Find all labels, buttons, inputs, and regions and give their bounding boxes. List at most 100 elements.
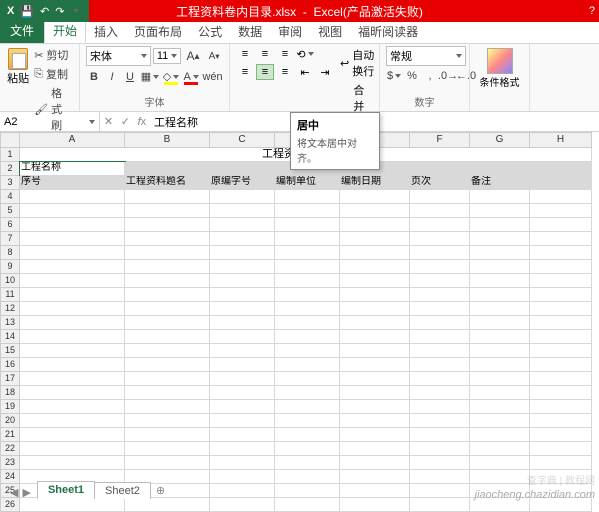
cell[interactable] bbox=[20, 386, 125, 400]
row-header[interactable]: 9 bbox=[0, 260, 20, 274]
cell[interactable] bbox=[340, 484, 410, 498]
cell[interactable] bbox=[275, 498, 340, 512]
sheet-tab-2[interactable]: Sheet2 bbox=[94, 482, 151, 499]
cell[interactable] bbox=[20, 344, 125, 358]
cell[interactable] bbox=[125, 274, 210, 288]
paste-button[interactable]: 粘贴 bbox=[6, 46, 30, 134]
row-header[interactable]: 13 bbox=[0, 316, 20, 330]
cell[interactable] bbox=[410, 218, 470, 232]
tab-view[interactable]: 视图 bbox=[310, 20, 350, 43]
col-header-F[interactable]: F bbox=[410, 132, 470, 148]
cell[interactable] bbox=[470, 330, 530, 344]
row-header[interactable]: 1 bbox=[0, 148, 20, 162]
cell[interactable] bbox=[275, 218, 340, 232]
row-header[interactable]: 26 bbox=[0, 498, 20, 512]
cell[interactable] bbox=[275, 190, 340, 204]
cell[interactable] bbox=[410, 428, 470, 442]
cell[interactable]: 序号 bbox=[20, 176, 125, 190]
cell[interactable] bbox=[410, 442, 470, 456]
cell[interactable] bbox=[125, 456, 210, 470]
row-header[interactable]: 19 bbox=[0, 400, 20, 414]
ribbon-help-icon[interactable]: ? bbox=[589, 5, 595, 17]
cell[interactable] bbox=[470, 204, 530, 218]
align-middle-button[interactable]: ≡ bbox=[256, 46, 274, 62]
cell[interactable] bbox=[340, 316, 410, 330]
cell[interactable] bbox=[470, 372, 530, 386]
cell[interactable] bbox=[410, 246, 470, 260]
row-header[interactable]: 11 bbox=[0, 288, 20, 302]
row-header[interactable]: 15 bbox=[0, 344, 20, 358]
cell[interactable] bbox=[125, 358, 210, 372]
sheet-nav-next-icon[interactable]: ▶ bbox=[22, 486, 30, 499]
cell[interactable] bbox=[340, 414, 410, 428]
cell[interactable] bbox=[410, 358, 470, 372]
fx-icon[interactable]: fx bbox=[138, 116, 147, 128]
cell[interactable] bbox=[125, 386, 210, 400]
cell[interactable] bbox=[530, 288, 592, 302]
cell[interactable] bbox=[530, 386, 592, 400]
conditional-format-icon[interactable] bbox=[487, 48, 513, 74]
cell[interactable] bbox=[530, 316, 592, 330]
cell[interactable] bbox=[470, 400, 530, 414]
cell[interactable] bbox=[470, 190, 530, 204]
cell[interactable] bbox=[20, 316, 125, 330]
row-header[interactable]: 16 bbox=[0, 358, 20, 372]
cell[interactable] bbox=[20, 428, 125, 442]
cell[interactable] bbox=[470, 316, 530, 330]
cell[interactable] bbox=[410, 232, 470, 246]
shrink-font-button[interactable]: A▾ bbox=[205, 49, 223, 64]
cell[interactable] bbox=[210, 358, 275, 372]
cell[interactable] bbox=[125, 246, 210, 260]
comma-button[interactable]: , bbox=[422, 68, 438, 84]
cell[interactable] bbox=[125, 204, 210, 218]
cancel-icon[interactable]: ✕ bbox=[104, 115, 113, 128]
underline-button[interactable]: U bbox=[122, 69, 138, 85]
cell[interactable] bbox=[125, 288, 210, 302]
cell[interactable]: 备注 bbox=[470, 176, 530, 190]
cell[interactable] bbox=[530, 260, 592, 274]
cell[interactable]: 工程资料题名 bbox=[125, 176, 210, 190]
format-painter-button[interactable]: 🖌格式刷 bbox=[32, 84, 73, 134]
cell[interactable] bbox=[470, 414, 530, 428]
cell[interactable] bbox=[470, 442, 530, 456]
col-header-A[interactable]: A bbox=[20, 132, 125, 148]
row-header[interactable]: 17 bbox=[0, 372, 20, 386]
cell[interactable] bbox=[340, 470, 410, 484]
cell[interactable] bbox=[275, 302, 340, 316]
cell[interactable] bbox=[530, 456, 592, 470]
cell[interactable] bbox=[340, 302, 410, 316]
cell[interactable] bbox=[410, 456, 470, 470]
grow-font-button[interactable]: A▴ bbox=[183, 47, 203, 65]
cell[interactable] bbox=[275, 400, 340, 414]
cell[interactable] bbox=[275, 470, 340, 484]
select-all-corner[interactable] bbox=[0, 132, 20, 148]
cell[interactable] bbox=[470, 428, 530, 442]
cell[interactable] bbox=[20, 190, 125, 204]
cell[interactable] bbox=[20, 358, 125, 372]
bold-button[interactable]: B bbox=[86, 69, 102, 85]
cell[interactable] bbox=[210, 246, 275, 260]
wrap-text-button[interactable]: ↩自动换行 bbox=[338, 46, 377, 80]
cell[interactable] bbox=[410, 330, 470, 344]
cell[interactable] bbox=[210, 218, 275, 232]
tab-review[interactable]: 审阅 bbox=[270, 20, 310, 43]
cell[interactable] bbox=[275, 456, 340, 470]
cell[interactable] bbox=[125, 232, 210, 246]
cell[interactable] bbox=[125, 330, 210, 344]
cell[interactable] bbox=[210, 456, 275, 470]
cell[interactable] bbox=[340, 190, 410, 204]
cell[interactable] bbox=[340, 386, 410, 400]
cell[interactable] bbox=[275, 386, 340, 400]
cut-button[interactable]: ✂剪切 bbox=[32, 46, 73, 64]
increase-indent-button[interactable]: ⇥ bbox=[316, 64, 334, 80]
row-header[interactable]: 6 bbox=[0, 218, 20, 232]
cell[interactable] bbox=[275, 260, 340, 274]
cell[interactable] bbox=[20, 302, 125, 316]
cell[interactable] bbox=[410, 162, 470, 176]
tab-formulas[interactable]: 公式 bbox=[190, 20, 230, 43]
cell[interactable] bbox=[20, 218, 125, 232]
cell[interactable] bbox=[20, 400, 125, 414]
col-header-C[interactable]: C bbox=[210, 132, 275, 148]
cell[interactable] bbox=[530, 400, 592, 414]
col-header-G[interactable]: G bbox=[470, 132, 530, 148]
